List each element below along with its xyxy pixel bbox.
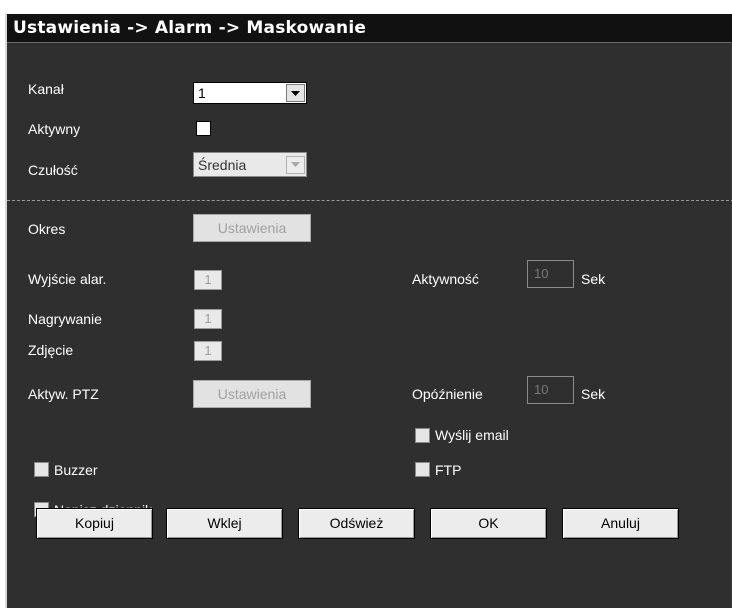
period-label: Okres [28,221,66,237]
ptz-label: Aktyw. PTZ [28,386,99,402]
ftp-checkbox[interactable] [415,462,430,477]
recording-box[interactable]: 1 [194,309,222,329]
period-settings-button[interactable]: Ustawienia [193,214,311,242]
copy-button[interactable]: Kopiuj [36,508,153,539]
active-label: Aktywny [28,121,81,137]
channel-value: 1 [198,85,206,101]
email-label: Wyślij email [435,427,509,443]
delay-label: Opóźnienie [412,386,483,402]
delay-unit: Sek [581,386,606,402]
channel-select[interactable]: 1 [193,82,307,104]
sensitivity-select[interactable]: Średnia [193,152,307,177]
ok-button[interactable]: OK [430,508,547,539]
delay-input[interactable]: 10 [527,376,574,404]
ftp-label: FTP [435,462,462,478]
channel-label: Kanał [28,81,64,97]
ptz-settings-button[interactable]: Ustawienia [193,380,311,408]
sensitivity-label: Czułość [28,162,78,178]
buzzer-label: Buzzer [54,462,98,478]
alarm-output-box[interactable]: 1 [194,270,222,290]
chevron-down-icon[interactable] [286,84,305,102]
section-divider [7,200,732,201]
title-bar: Ustawienia -> Alarm -> Maskowanie [7,14,732,43]
paste-button[interactable]: Wklej [166,508,283,539]
activity-unit: Sek [581,271,606,287]
activity-label: Aktywność [412,271,479,287]
active-checkbox[interactable] [196,121,211,136]
chevron-down-icon[interactable] [286,155,305,174]
snapshot-label: Zdjęcie [28,342,74,358]
refresh-button[interactable]: Odśwież [298,508,415,539]
settings-panel: Ustawienia -> Alarm -> Maskowanie Kanał … [5,14,732,608]
cancel-button[interactable]: Anuluj [562,508,679,539]
activity-input[interactable]: 10 [527,260,574,288]
sensitivity-value: Średnia [198,156,247,173]
email-checkbox[interactable] [415,428,430,443]
snapshot-box[interactable]: 1 [194,341,222,361]
buzzer-checkbox[interactable] [34,462,49,477]
alarm-output-label: Wyjście alar. [28,271,107,287]
recording-label: Nagrywanie [28,311,102,327]
window-title: Ustawienia -> Alarm -> Maskowanie [13,18,367,38]
